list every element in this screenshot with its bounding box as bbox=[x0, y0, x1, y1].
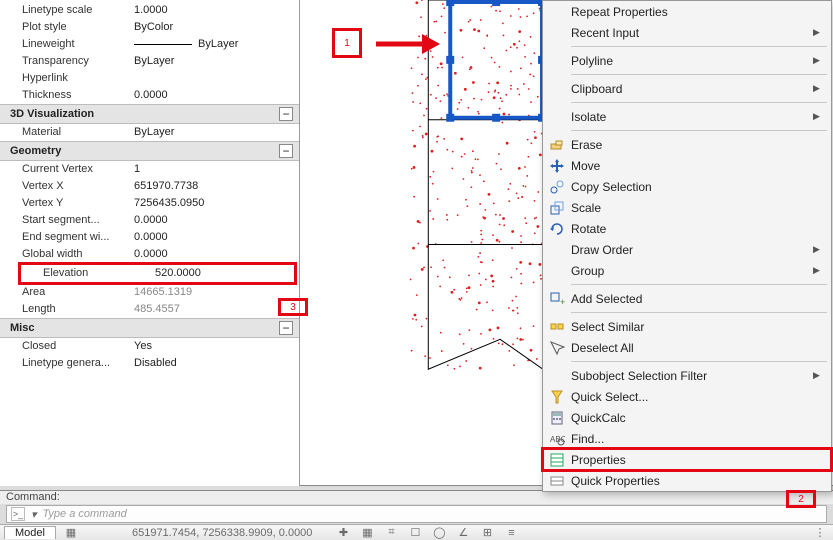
command-input[interactable]: >_ ▾ Type a command bbox=[6, 505, 827, 523]
prop-linetype-scale[interactable]: Linetype scale 1.0000 bbox=[0, 2, 299, 19]
select-similar-icon bbox=[543, 319, 571, 335]
prop-elevation[interactable]: Elevation 520.0000 bbox=[18, 262, 297, 285]
status-grid-icon[interactable]: ▦ bbox=[358, 526, 376, 540]
status-snap-icon[interactable]: ⌗ bbox=[382, 526, 400, 540]
section-misc[interactable]: Misc − bbox=[0, 318, 299, 338]
menu-quick-select[interactable]: Quick Select... bbox=[543, 386, 831, 407]
menu-add-selected[interactable]: + Add Selected bbox=[543, 288, 831, 309]
annotation-2: 2 bbox=[786, 490, 816, 508]
prop-area[interactable]: Area 14665.1319 bbox=[0, 284, 299, 301]
quick-properties-icon bbox=[543, 473, 571, 489]
prop-vertex-y[interactable]: Vertex Y 7256435.0950 bbox=[0, 195, 299, 212]
collapse-icon[interactable]: − bbox=[279, 107, 293, 121]
prop-hyperlink[interactable]: Hyperlink bbox=[0, 70, 299, 87]
menu-isolate[interactable]: Isolate▶ bbox=[543, 106, 831, 127]
status-track-icon[interactable]: ∠ bbox=[454, 526, 472, 540]
menu-find[interactable]: ABC Find... bbox=[543, 428, 831, 449]
annotation-1: 1 bbox=[332, 28, 362, 58]
annotation-3: 3 bbox=[278, 298, 308, 316]
prop-plot-style[interactable]: Plot style ByColor bbox=[0, 19, 299, 36]
status-object-snap-icon[interactable]: ⊞ bbox=[478, 526, 496, 540]
menu-draw-order[interactable]: Draw Order▶ bbox=[543, 239, 831, 260]
command-prompt-icon: >_ bbox=[11, 507, 25, 521]
prop-transparency[interactable]: Transparency ByLayer bbox=[0, 53, 299, 70]
collapse-icon[interactable]: − bbox=[279, 144, 293, 158]
menu-quickcalc[interactable]: QuickCalc bbox=[543, 407, 831, 428]
prop-vertex-x[interactable]: Vertex X 651970.7738 bbox=[0, 178, 299, 195]
menu-quick-properties[interactable]: Quick Properties bbox=[543, 470, 831, 491]
menu-scale[interactable]: Scale bbox=[543, 197, 831, 218]
menu-recent-input[interactable]: Recent Input▶ bbox=[543, 22, 831, 43]
prop-start-seg-w[interactable]: Start segment... 0.0000 bbox=[0, 212, 299, 229]
prop-material[interactable]: Material ByLayer bbox=[0, 124, 299, 141]
model-tab[interactable]: Model bbox=[4, 526, 56, 539]
status-coords: 651971.7454, 7256338.9909, 0.0000 bbox=[132, 527, 312, 539]
status-ortho-icon[interactable]: ☐ bbox=[406, 526, 424, 540]
lineweight-swatch bbox=[134, 44, 192, 45]
prop-lineweight[interactable]: Lineweight ByLayer bbox=[0, 36, 299, 53]
section-3d-visualization[interactable]: 3D Visualization − bbox=[0, 104, 299, 124]
menu-deselect-all[interactable]: Deselect All bbox=[543, 337, 831, 358]
add-selected-icon: + bbox=[543, 291, 571, 307]
menu-copy-selection[interactable]: Copy Selection bbox=[543, 176, 831, 197]
prop-thickness[interactable]: Thickness 0.0000 bbox=[0, 87, 299, 104]
quick-select-icon bbox=[543, 389, 571, 405]
svg-text:+: + bbox=[560, 297, 565, 307]
status-bar: Model ▦ 651971.7454, 7256338.9909, 0.000… bbox=[0, 524, 833, 540]
context-menu: Repeat Properties Recent Input▶ Polyline… bbox=[542, 0, 832, 492]
status-tool-icon[interactable]: ✚ bbox=[334, 526, 352, 540]
menu-select-similar[interactable]: Select Similar bbox=[543, 316, 831, 337]
menu-group[interactable]: Group▶ bbox=[543, 260, 831, 281]
menu-rotate[interactable]: Rotate bbox=[543, 218, 831, 239]
menu-move[interactable]: Move bbox=[543, 155, 831, 176]
scale-icon bbox=[543, 200, 571, 216]
arrow-icon bbox=[374, 32, 440, 56]
status-polar-icon[interactable]: ◯ bbox=[430, 526, 448, 540]
status-right-icon[interactable]: ⋮ bbox=[811, 526, 829, 540]
copy-icon bbox=[543, 179, 571, 195]
command-label: Command: bbox=[0, 490, 833, 504]
erase-icon bbox=[543, 137, 571, 153]
menu-properties[interactable]: Properties bbox=[543, 449, 831, 470]
deselect-icon bbox=[543, 340, 571, 356]
menu-subobject-filter[interactable]: Subobject Selection Filter▶ bbox=[543, 365, 831, 386]
section-geometry[interactable]: Geometry − bbox=[0, 141, 299, 161]
prop-length[interactable]: Length 485.4557 bbox=[0, 301, 299, 318]
prop-end-seg-w[interactable]: End segment wi... 0.0000 bbox=[0, 229, 299, 246]
status-lineweight-icon[interactable]: ≡ bbox=[502, 526, 520, 540]
prop-current-vertex[interactable]: Current Vertex 1 bbox=[0, 161, 299, 178]
menu-polyline[interactable]: Polyline▶ bbox=[543, 50, 831, 71]
menu-erase[interactable]: Erase bbox=[543, 134, 831, 155]
prop-linetype-gen[interactable]: Linetype genera... Disabled bbox=[0, 355, 299, 372]
move-icon bbox=[543, 158, 571, 174]
layout-plus-icon[interactable]: ▦ bbox=[62, 526, 80, 540]
prop-closed[interactable]: Closed Yes bbox=[0, 338, 299, 355]
properties-icon bbox=[543, 452, 571, 468]
collapse-icon[interactable]: − bbox=[279, 321, 293, 335]
menu-clipboard[interactable]: Clipboard▶ bbox=[543, 78, 831, 99]
menu-repeat-properties[interactable]: Repeat Properties bbox=[543, 1, 831, 22]
properties-panel: Linetype scale 1.0000 Plot style ByColor… bbox=[0, 0, 300, 486]
rotate-icon bbox=[543, 221, 571, 237]
prop-global-width[interactable]: Global width 0.0000 bbox=[0, 246, 299, 263]
calculator-icon bbox=[543, 410, 571, 426]
find-icon: ABC bbox=[543, 431, 571, 447]
